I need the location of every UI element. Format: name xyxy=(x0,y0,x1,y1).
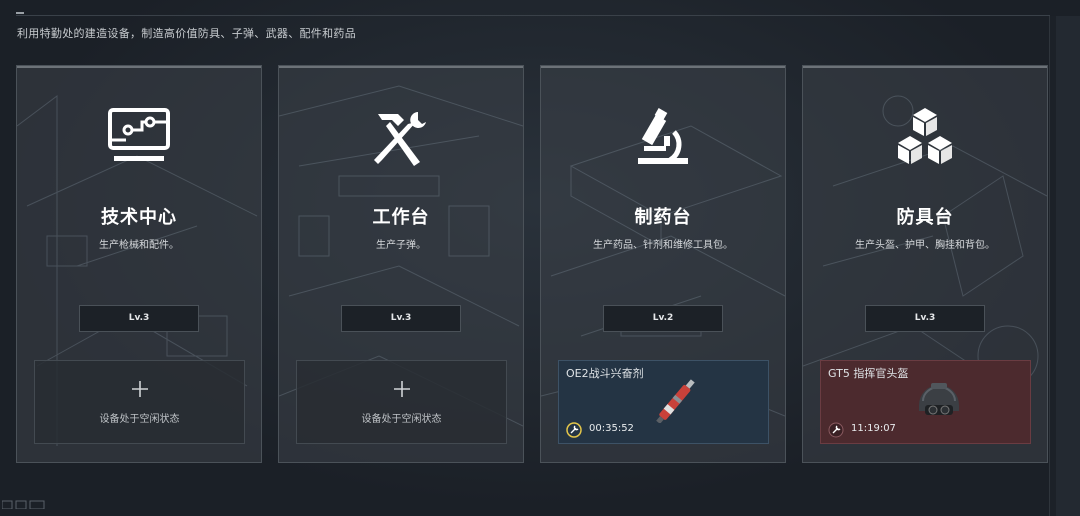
station-description: 生产枪械和配件。 xyxy=(99,240,179,251)
station-card-tech-center[interactable]: 技术中心 生产枪械和配件。 Lv.3 设备处于空闲状态 xyxy=(16,65,262,463)
crafting-item-name: OE2战斗兴奋剂 xyxy=(566,367,644,380)
cubes-icon xyxy=(898,108,952,164)
station-description: 生产头盔、护甲、胸挂和背包。 xyxy=(855,240,995,251)
station-level-badge[interactable]: Lv.3 xyxy=(79,305,199,332)
production-slot-active[interactable]: OE2战斗兴奋剂 00:35:52 xyxy=(558,360,769,444)
station-name: 制药台 xyxy=(634,207,692,228)
station-name: 技术中心 xyxy=(101,207,177,228)
crafting-item-name: GT5 指挥官头盔 xyxy=(828,367,909,380)
monitor-circuit-icon xyxy=(108,108,170,161)
station-name: 防具台 xyxy=(896,207,954,228)
stimulant-syringe-icon xyxy=(656,379,695,423)
microscope-icon xyxy=(638,108,688,164)
station-card-armor-bench[interactable]: 防具台 生产头盔、护甲、胸挂和背包。 Lv.3 GT5 指挥官头盔 11:19:… xyxy=(802,65,1048,463)
helmet-icon xyxy=(919,383,959,415)
header-divider xyxy=(16,15,1050,16)
plus-icon xyxy=(393,381,410,397)
crafting-timer: 00:35:52 xyxy=(589,423,634,434)
production-slot-idle[interactable]: 设备处于空闲状态 xyxy=(296,360,507,444)
station-level-badge[interactable]: Lv.2 xyxy=(603,305,723,332)
station-card-workbench[interactable]: 工作台 生产子弹。 Lv.3 设备处于空闲状态 xyxy=(278,65,524,463)
footer-decoration xyxy=(2,500,45,509)
hammer-wrench-icon xyxy=(374,112,426,166)
station-level-badge[interactable]: Lv.3 xyxy=(865,305,985,332)
station-name: 工作台 xyxy=(372,207,430,228)
wrench-timer-icon xyxy=(828,422,844,438)
wrench-timer-icon xyxy=(566,422,582,438)
idle-status-text: 设备处于空闲状态 xyxy=(361,414,442,425)
crafting-timer: 11:19:07 xyxy=(851,423,896,434)
station-level-badge[interactable]: Lv.3 xyxy=(341,305,461,332)
right-side-panel xyxy=(1049,16,1080,516)
station-card-pharmacy[interactable]: 制药台 生产药品、针剂和维修工具包。 Lv.2 OE2战斗兴奋剂 00:35:5… xyxy=(540,65,786,463)
idle-status-text: 设备处于空闲状态 xyxy=(99,414,180,425)
station-description: 生产子弹。 xyxy=(376,240,426,251)
plus-icon xyxy=(131,381,148,397)
station-description: 生产药品、针剂和维修工具包。 xyxy=(593,240,733,251)
header-tick xyxy=(16,12,24,14)
production-slot-idle[interactable]: 设备处于空闲状态 xyxy=(34,360,245,444)
page-subtitle: 利用特勤处的建造设备，制造高价值防具、子弹、武器、配件和药品 xyxy=(17,27,356,40)
production-slot-active[interactable]: GT5 指挥官头盔 11:19:07 xyxy=(820,360,1031,444)
